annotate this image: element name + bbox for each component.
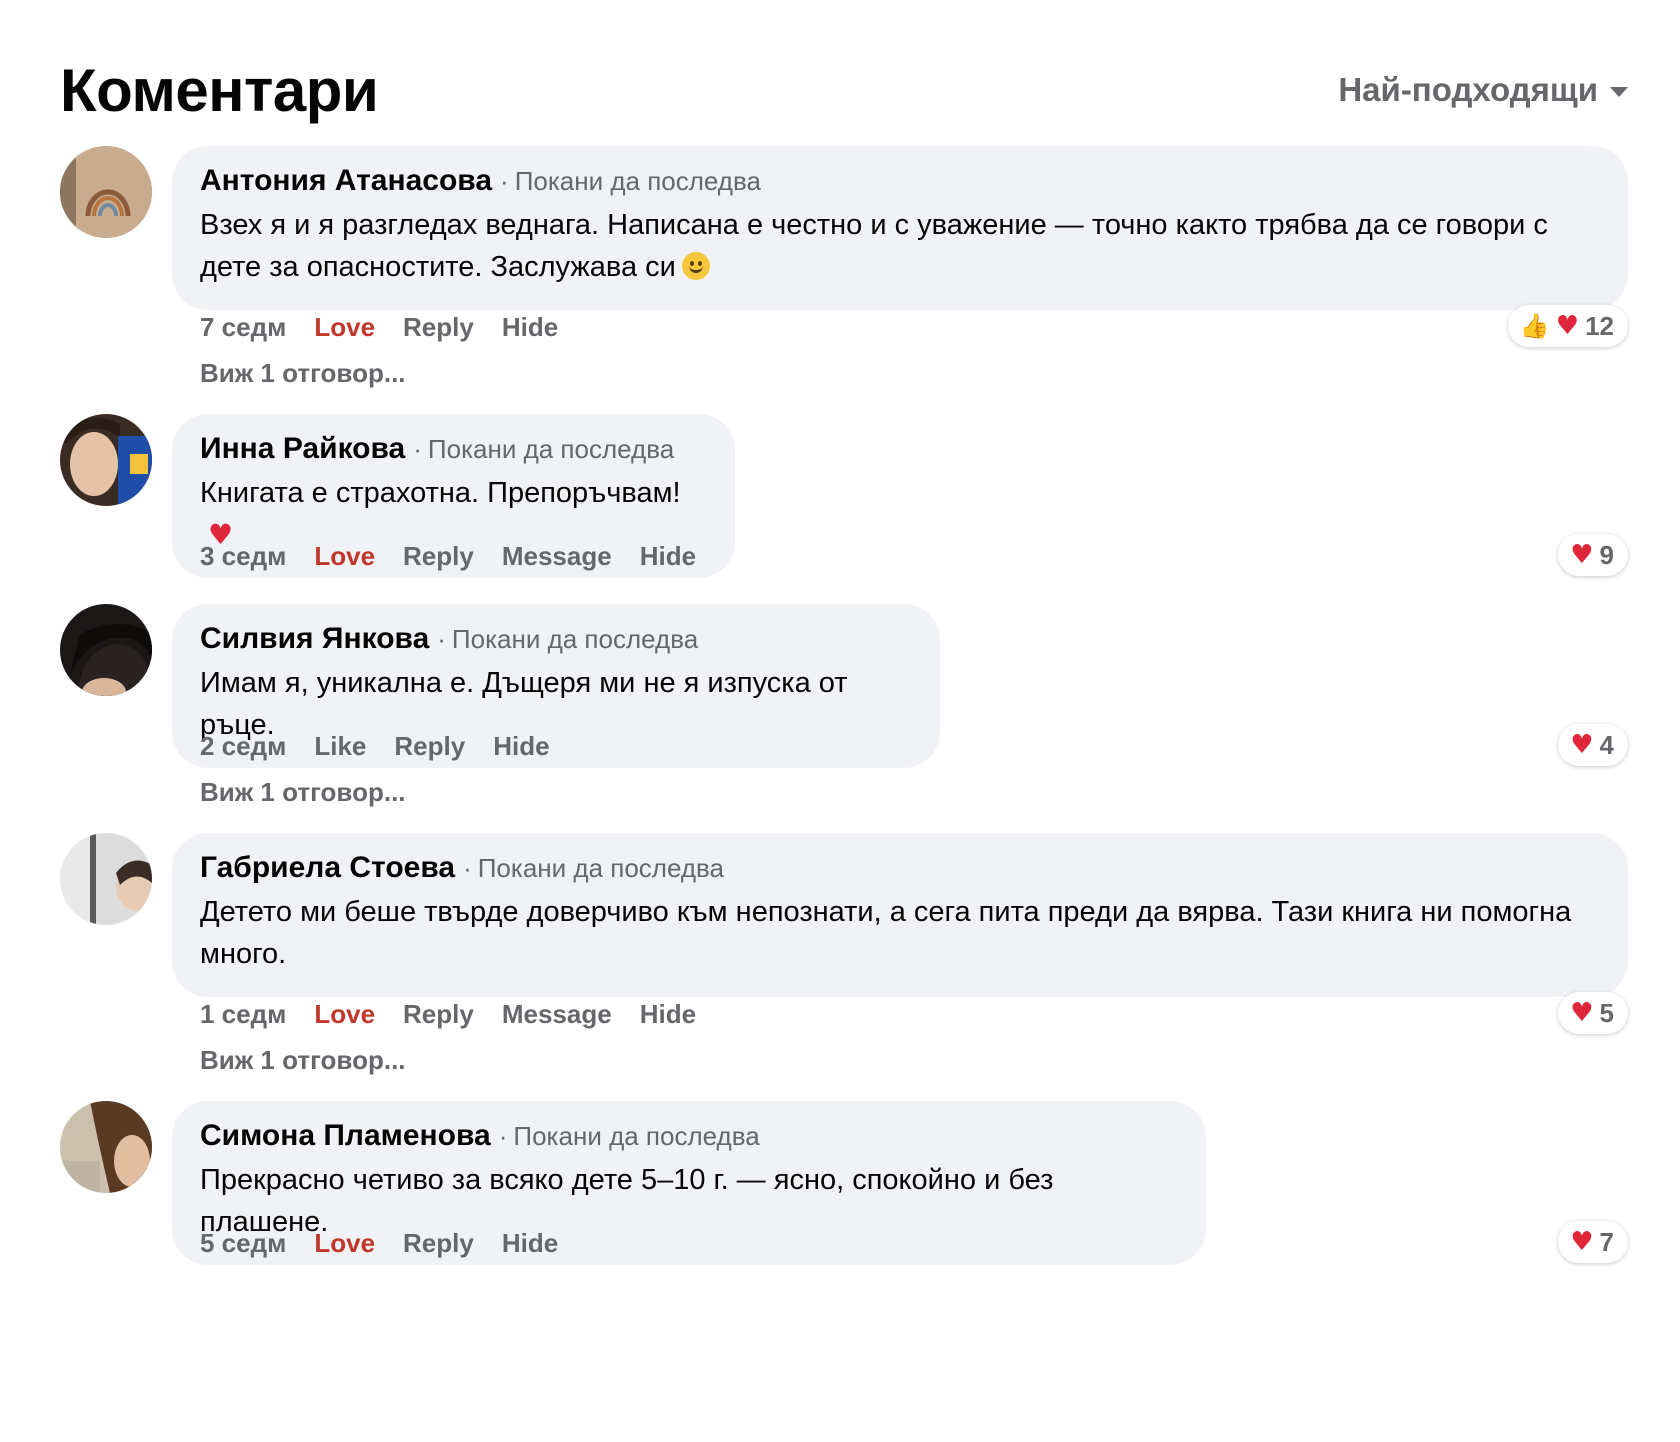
reaction-count: 12	[1585, 310, 1614, 341]
avatar[interactable]	[60, 414, 152, 506]
separator-dot: ·	[498, 1121, 508, 1151]
author-name[interactable]: Антония Атанасова	[200, 164, 492, 198]
comments-header: Коментари Най-подходящи	[60, 50, 1628, 130]
comments-page: Коментари Най-подходящи Антония Атанасов…	[0, 0, 1680, 1442]
heart-icon: ♥	[1570, 540, 1594, 570]
reply-button[interactable]: Reply	[403, 541, 474, 572]
reaction-count: 9	[1599, 539, 1614, 570]
comment-bubble: Антония Атанасова · Покани да последва В…	[172, 146, 1628, 310]
page-title: Коментари	[60, 56, 379, 124]
avatar[interactable]	[60, 146, 152, 238]
comment-actions: 2 седм Like Reply Hide	[200, 731, 550, 762]
invite-follow-link[interactable]: Покани да последва	[513, 1121, 759, 1152]
comment-text-container: Взех я и я разгледах веднага. Написана е…	[200, 204, 1600, 288]
reply-button[interactable]: Reply	[403, 1228, 474, 1259]
name-line: Габриела Стоева · Покани да последва	[200, 851, 1600, 885]
comment-actions: 3 седм Love Reply Message Hide	[200, 541, 696, 572]
reaction-count: 5	[1599, 997, 1614, 1028]
hide-button[interactable]: Hide	[640, 541, 696, 572]
reactions-badge[interactable]: ♥ 9	[1558, 534, 1628, 576]
love-button[interactable]: Love	[314, 999, 375, 1030]
separator-dot: ·	[463, 853, 472, 883]
comment-bubble: Габриела Стоева · Покани да последва Дет…	[172, 833, 1628, 997]
invite-follow-link[interactable]: Покани да последва	[478, 853, 724, 884]
timestamp[interactable]: 2 седм	[200, 731, 286, 762]
name-line: Инна Райкова · Покани да последва	[200, 432, 707, 466]
reply-button[interactable]: Reply	[403, 999, 474, 1030]
author-name[interactable]: Инна Райкова	[200, 432, 405, 466]
avatar[interactable]	[60, 1101, 152, 1193]
avatar-image	[60, 414, 152, 506]
author-name[interactable]: Силвия Янкова	[200, 622, 429, 656]
reactions-badge[interactable]: ♥ 5	[1558, 992, 1628, 1034]
sort-dropdown[interactable]: Най-подходящи	[1338, 71, 1628, 109]
invite-follow-link[interactable]: Покани да последва	[515, 166, 761, 197]
love-button[interactable]: Love	[314, 1228, 375, 1259]
love-button[interactable]: Love	[314, 312, 375, 343]
separator-dot: ·	[437, 624, 446, 654]
name-line: Симона Пламенова · Покани да последва	[200, 1119, 1178, 1153]
avatar-image	[60, 146, 152, 238]
love-button[interactable]: Love	[314, 541, 375, 572]
heart-icon: ♥	[1570, 1227, 1594, 1257]
avatar[interactable]	[60, 833, 152, 925]
sort-label: Най-подходящи	[1338, 71, 1598, 108]
caret-down-icon	[1610, 87, 1628, 97]
comment-text: Книгата е страхотна. Препоръчвам!	[200, 477, 681, 509]
heart-icon: ♥	[1555, 311, 1580, 341]
message-button[interactable]: Message	[502, 541, 612, 572]
view-replies-link[interactable]: Виж 1 отговор...	[200, 777, 406, 808]
name-line: Антония Атанасова · Покани да последва	[200, 164, 1600, 198]
hide-button[interactable]: Hide	[493, 731, 549, 762]
avatar-image	[60, 833, 152, 925]
name-line: Силвия Янкова · Покани да последва	[200, 622, 912, 656]
author-name[interactable]: Симона Пламенова	[200, 1119, 491, 1153]
hide-button[interactable]: Hide	[502, 312, 558, 343]
timestamp[interactable]: 5 седм	[200, 1228, 286, 1259]
reaction-count: 4	[1599, 729, 1614, 760]
timestamp[interactable]: 3 седм	[200, 541, 286, 572]
heart-icon: ♥	[1570, 730, 1594, 760]
avatar-image	[60, 604, 152, 696]
separator-dot: ·	[500, 166, 509, 196]
reactions-badge[interactable]: ♥ 4	[1558, 724, 1628, 766]
separator-dot: ·	[413, 434, 422, 464]
comment-actions: 7 седм Love Reply Hide	[200, 312, 558, 343]
heart-icon: ♥	[1570, 998, 1594, 1028]
smiling-face-icon	[681, 252, 710, 280]
hide-button[interactable]: Hide	[502, 1228, 558, 1259]
view-replies-link[interactable]: Виж 1 отговор...	[200, 1045, 406, 1076]
comment-actions: 5 седм Love Reply Hide	[200, 1228, 558, 1259]
reactions-badge[interactable]: 👍 ♥ 12	[1507, 305, 1628, 347]
timestamp[interactable]: 1 седм	[200, 999, 286, 1030]
comment-text: Взех я и я разгледах веднага. Написана е…	[200, 209, 1548, 283]
timestamp[interactable]: 7 седм	[200, 312, 286, 343]
view-replies-link[interactable]: Виж 1 отговор...	[200, 358, 406, 389]
avatar-image	[60, 1101, 152, 1193]
reaction-count: 7	[1599, 1226, 1614, 1257]
reply-button[interactable]: Reply	[403, 312, 474, 343]
reactions-badge[interactable]: ♥ 7	[1558, 1221, 1628, 1263]
reply-button[interactable]: Reply	[394, 731, 465, 762]
comment-actions: 1 седм Love Reply Message Hide	[200, 999, 696, 1030]
author-name[interactable]: Габриела Стоева	[200, 851, 455, 885]
comment-text: Детето ми беше твърде доверчиво към непо…	[200, 896, 1572, 970]
thumbs-up-icon: 👍	[1519, 312, 1550, 340]
avatar[interactable]	[60, 604, 152, 696]
hide-button[interactable]: Hide	[640, 999, 696, 1030]
invite-follow-link[interactable]: Покани да последва	[428, 434, 674, 465]
message-button[interactable]: Message	[502, 999, 612, 1030]
like-button[interactable]: Like	[314, 731, 366, 762]
invite-follow-link[interactable]: Покани да последва	[452, 624, 698, 655]
